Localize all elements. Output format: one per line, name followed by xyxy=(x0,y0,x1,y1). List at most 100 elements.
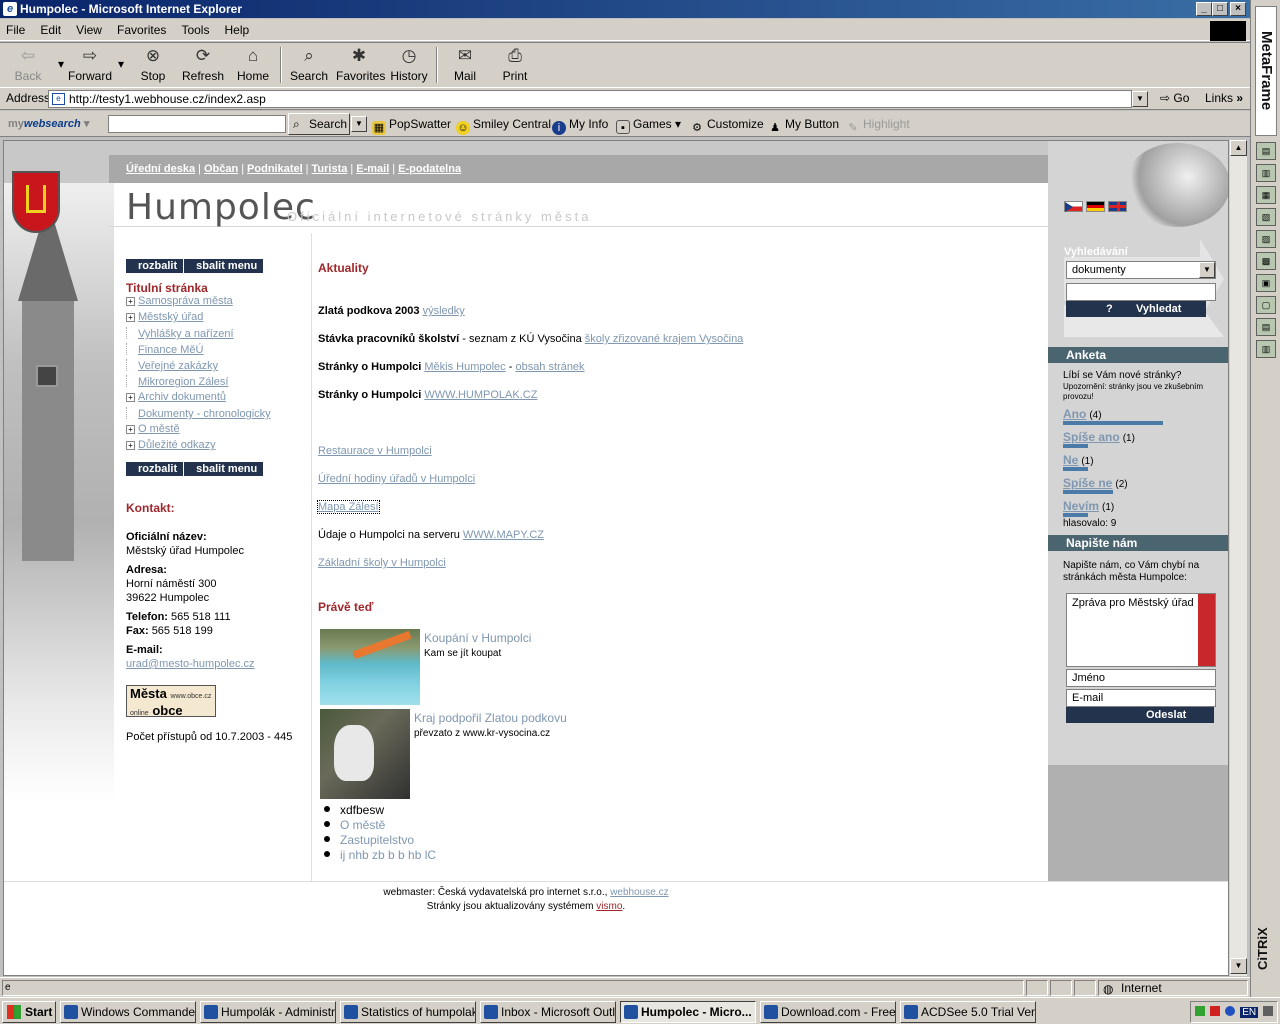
city-crest-logo[interactable] xyxy=(12,171,60,233)
links-button[interactable]: Links » xyxy=(1205,91,1243,105)
address-input[interactable]: e http://testy1.webhouse.cz/index2.asp xyxy=(48,90,1132,108)
metaframe-app-icon[interactable]: ▥ xyxy=(1256,340,1276,358)
collapse-menu-button[interactable]: sbalit menu xyxy=(184,462,263,476)
taskbar-task[interactable]: Humpolák - Administr... xyxy=(200,1001,336,1023)
restaurants-link[interactable]: Restaurace v Humpolci xyxy=(318,445,432,457)
messenger-icon[interactable] xyxy=(1225,1006,1236,1016)
metaframe-app-icon[interactable]: ▧ xyxy=(1256,208,1276,226)
nav-epodatelna[interactable]: E-podatelna xyxy=(398,163,461,175)
customize-button[interactable]: ⚙ Customize xyxy=(690,117,764,135)
my-info-button[interactable]: i My Info xyxy=(552,117,608,135)
message-textarea[interactable]: Zpráva pro Městský úřad xyxy=(1066,593,1216,667)
nav-obcan[interactable]: Občan xyxy=(204,163,238,175)
metaframe-app-icon[interactable]: ▤ xyxy=(1256,142,1276,160)
menu-item-link[interactable]: Městský úřad xyxy=(138,311,203,323)
metaframe-app-icon[interactable]: ▣ xyxy=(1256,274,1276,292)
news-link[interactable]: obsah stránek xyxy=(515,361,584,373)
taskbar-task[interactable]: Humpolec - Micro... xyxy=(620,1001,756,1023)
menu-item-link[interactable]: Samospráva města xyxy=(138,295,233,307)
news-link[interactable]: školy zřizované krajem Vysočina xyxy=(585,333,744,345)
taskbar-task[interactable]: Download.com - Free ... xyxy=(760,1001,896,1023)
bullet-link[interactable]: Zastupitelstvo xyxy=(340,833,414,847)
scroll-up-icon[interactable]: ▲ xyxy=(1230,140,1247,156)
collapse-menu-button[interactable]: sbalit menu xyxy=(184,259,263,273)
schools-link[interactable]: Základní školy v Humpolci xyxy=(318,557,446,569)
taskbar-task[interactable]: Statistics of humpolak... xyxy=(340,1001,476,1023)
nav-email[interactable]: E-mail xyxy=(356,163,389,175)
back-button[interactable]: ⇦ Back xyxy=(10,45,46,83)
start-button[interactable]: Start xyxy=(2,1001,56,1023)
menu-item-link[interactable]: Archiv dokumentů xyxy=(138,391,226,403)
office-hours-link[interactable]: Úřední hodiny úřadů v Humpolci xyxy=(318,473,475,485)
menu-item-link[interactable]: Dokumenty - chronologicky xyxy=(138,408,271,420)
address-dropdown-icon[interactable]: ▼ xyxy=(1132,91,1148,107)
print-button[interactable]: ⎙ Print xyxy=(498,45,532,83)
scroll-down-icon[interactable]: ▼ xyxy=(1230,958,1247,974)
expand-plus-icon[interactable]: + xyxy=(126,297,135,306)
metaframe-app-icon[interactable]: ▦ xyxy=(1256,186,1276,204)
close-button[interactable]: × xyxy=(1230,2,1246,16)
highlight-button[interactable]: ✎ Highlight xyxy=(846,117,909,135)
popswatter-button[interactable]: ▦ PopSwatter xyxy=(372,117,451,135)
nav-uredni-deska[interactable]: Úřední deska xyxy=(126,163,195,175)
menu-edit[interactable]: Edit xyxy=(34,19,67,41)
name-input[interactable]: Jméno xyxy=(1066,669,1216,687)
menu-tools[interactable]: Tools xyxy=(175,19,215,41)
poll-option-link[interactable]: Ano xyxy=(1063,407,1086,421)
expand-menu-button[interactable]: rozbalit xyxy=(126,259,183,273)
taskbar-task[interactable]: Windows Commander... xyxy=(60,1001,196,1023)
websearch-dropdown-icon[interactable]: ▼ xyxy=(351,116,367,132)
menu-item-link[interactable]: Vyhlášky a nařízení xyxy=(138,328,234,340)
expand-menu-button[interactable]: rozbalit xyxy=(126,462,183,476)
search-help-button[interactable]: ? xyxy=(1106,301,1113,317)
search-button[interactable]: ⌕ Search xyxy=(290,45,328,83)
poll-option-link[interactable]: Nevím xyxy=(1063,499,1099,513)
antivirus-icon[interactable] xyxy=(1210,1006,1221,1016)
search-category-select[interactable]: dokumenty ▼ xyxy=(1066,261,1216,279)
metaframe-app-icon[interactable]: ▥ xyxy=(1256,164,1276,182)
taskbar-task[interactable]: ACDSee 5.0 Trial Ver... xyxy=(900,1001,1036,1023)
language-indicator[interactable]: EN xyxy=(1240,1007,1259,1018)
expand-plus-icon[interactable]: + xyxy=(126,313,135,322)
menu-item-link[interactable]: Důležité odkazy xyxy=(138,439,216,451)
site-search-input[interactable] xyxy=(1066,283,1216,301)
poll-option-link[interactable]: Ne xyxy=(1063,453,1078,467)
vismo-link[interactable]: vismo xyxy=(596,901,622,912)
news-link[interactable]: WWW.HUMPOLAK.CZ xyxy=(424,389,537,401)
nav-turista[interactable]: Turista xyxy=(312,163,348,175)
now-item-link[interactable]: Koupání v Humpolci xyxy=(424,631,531,645)
send-button[interactable]: Odeslat xyxy=(1066,707,1214,723)
websearch-search-button[interactable]: ⌕ Search xyxy=(288,113,350,135)
vertical-scrollbar[interactable]: ▲ ▼ xyxy=(1229,140,1247,976)
poll-option-link[interactable]: Spíše ano xyxy=(1063,430,1120,444)
expand-plus-icon[interactable]: + xyxy=(126,393,135,402)
flag-english-icon[interactable] xyxy=(1108,201,1127,212)
news-link[interactable]: Měkis Humpolec xyxy=(424,361,505,373)
menu-file[interactable]: File xyxy=(0,19,31,41)
poll-option-link[interactable]: Spíše ne xyxy=(1063,476,1112,490)
minimize-button[interactable]: _ xyxy=(1196,2,1212,16)
refresh-button[interactable]: ⟳ Refresh xyxy=(182,45,224,83)
menu-item-link[interactable]: O městě xyxy=(138,423,180,435)
bullet-link[interactable]: O městě xyxy=(340,818,385,832)
metaframe-app-icon[interactable]: ▨ xyxy=(1256,230,1276,248)
flag-german-icon[interactable] xyxy=(1086,201,1105,212)
now-item-link[interactable]: Kraj podpořil Zlatou podkovu xyxy=(414,711,567,725)
email-input[interactable]: E-mail xyxy=(1066,689,1216,707)
site-search-button[interactable]: Vyhledat xyxy=(1136,301,1181,317)
metaframe-app-icon[interactable]: ▤ xyxy=(1256,318,1276,336)
metaframe-app-icon[interactable]: ▢ xyxy=(1256,296,1276,314)
map-zalesi-link[interactable]: Mapa Zálesí xyxy=(317,500,380,514)
forward-dropdown-icon[interactable]: ▾ xyxy=(116,57,126,71)
expand-plus-icon[interactable]: + xyxy=(126,425,135,434)
websearch-input[interactable] xyxy=(108,115,286,133)
flag-czech-icon[interactable] xyxy=(1064,201,1083,212)
network-icon[interactable] xyxy=(1195,1006,1205,1016)
menu-item-link[interactable]: Finance MěÚ xyxy=(138,344,203,356)
menu-help[interactable]: Help xyxy=(219,19,256,41)
bullet-link[interactable]: ij nhb zb b b hb lC xyxy=(340,848,436,862)
message-scrollbar[interactable] xyxy=(1198,594,1215,666)
expand-plus-icon[interactable]: + xyxy=(126,441,135,450)
taskbar-task[interactable]: Inbox - Microsoft Outl... xyxy=(480,1001,616,1023)
home-button[interactable]: ⌂ Home xyxy=(236,45,270,83)
